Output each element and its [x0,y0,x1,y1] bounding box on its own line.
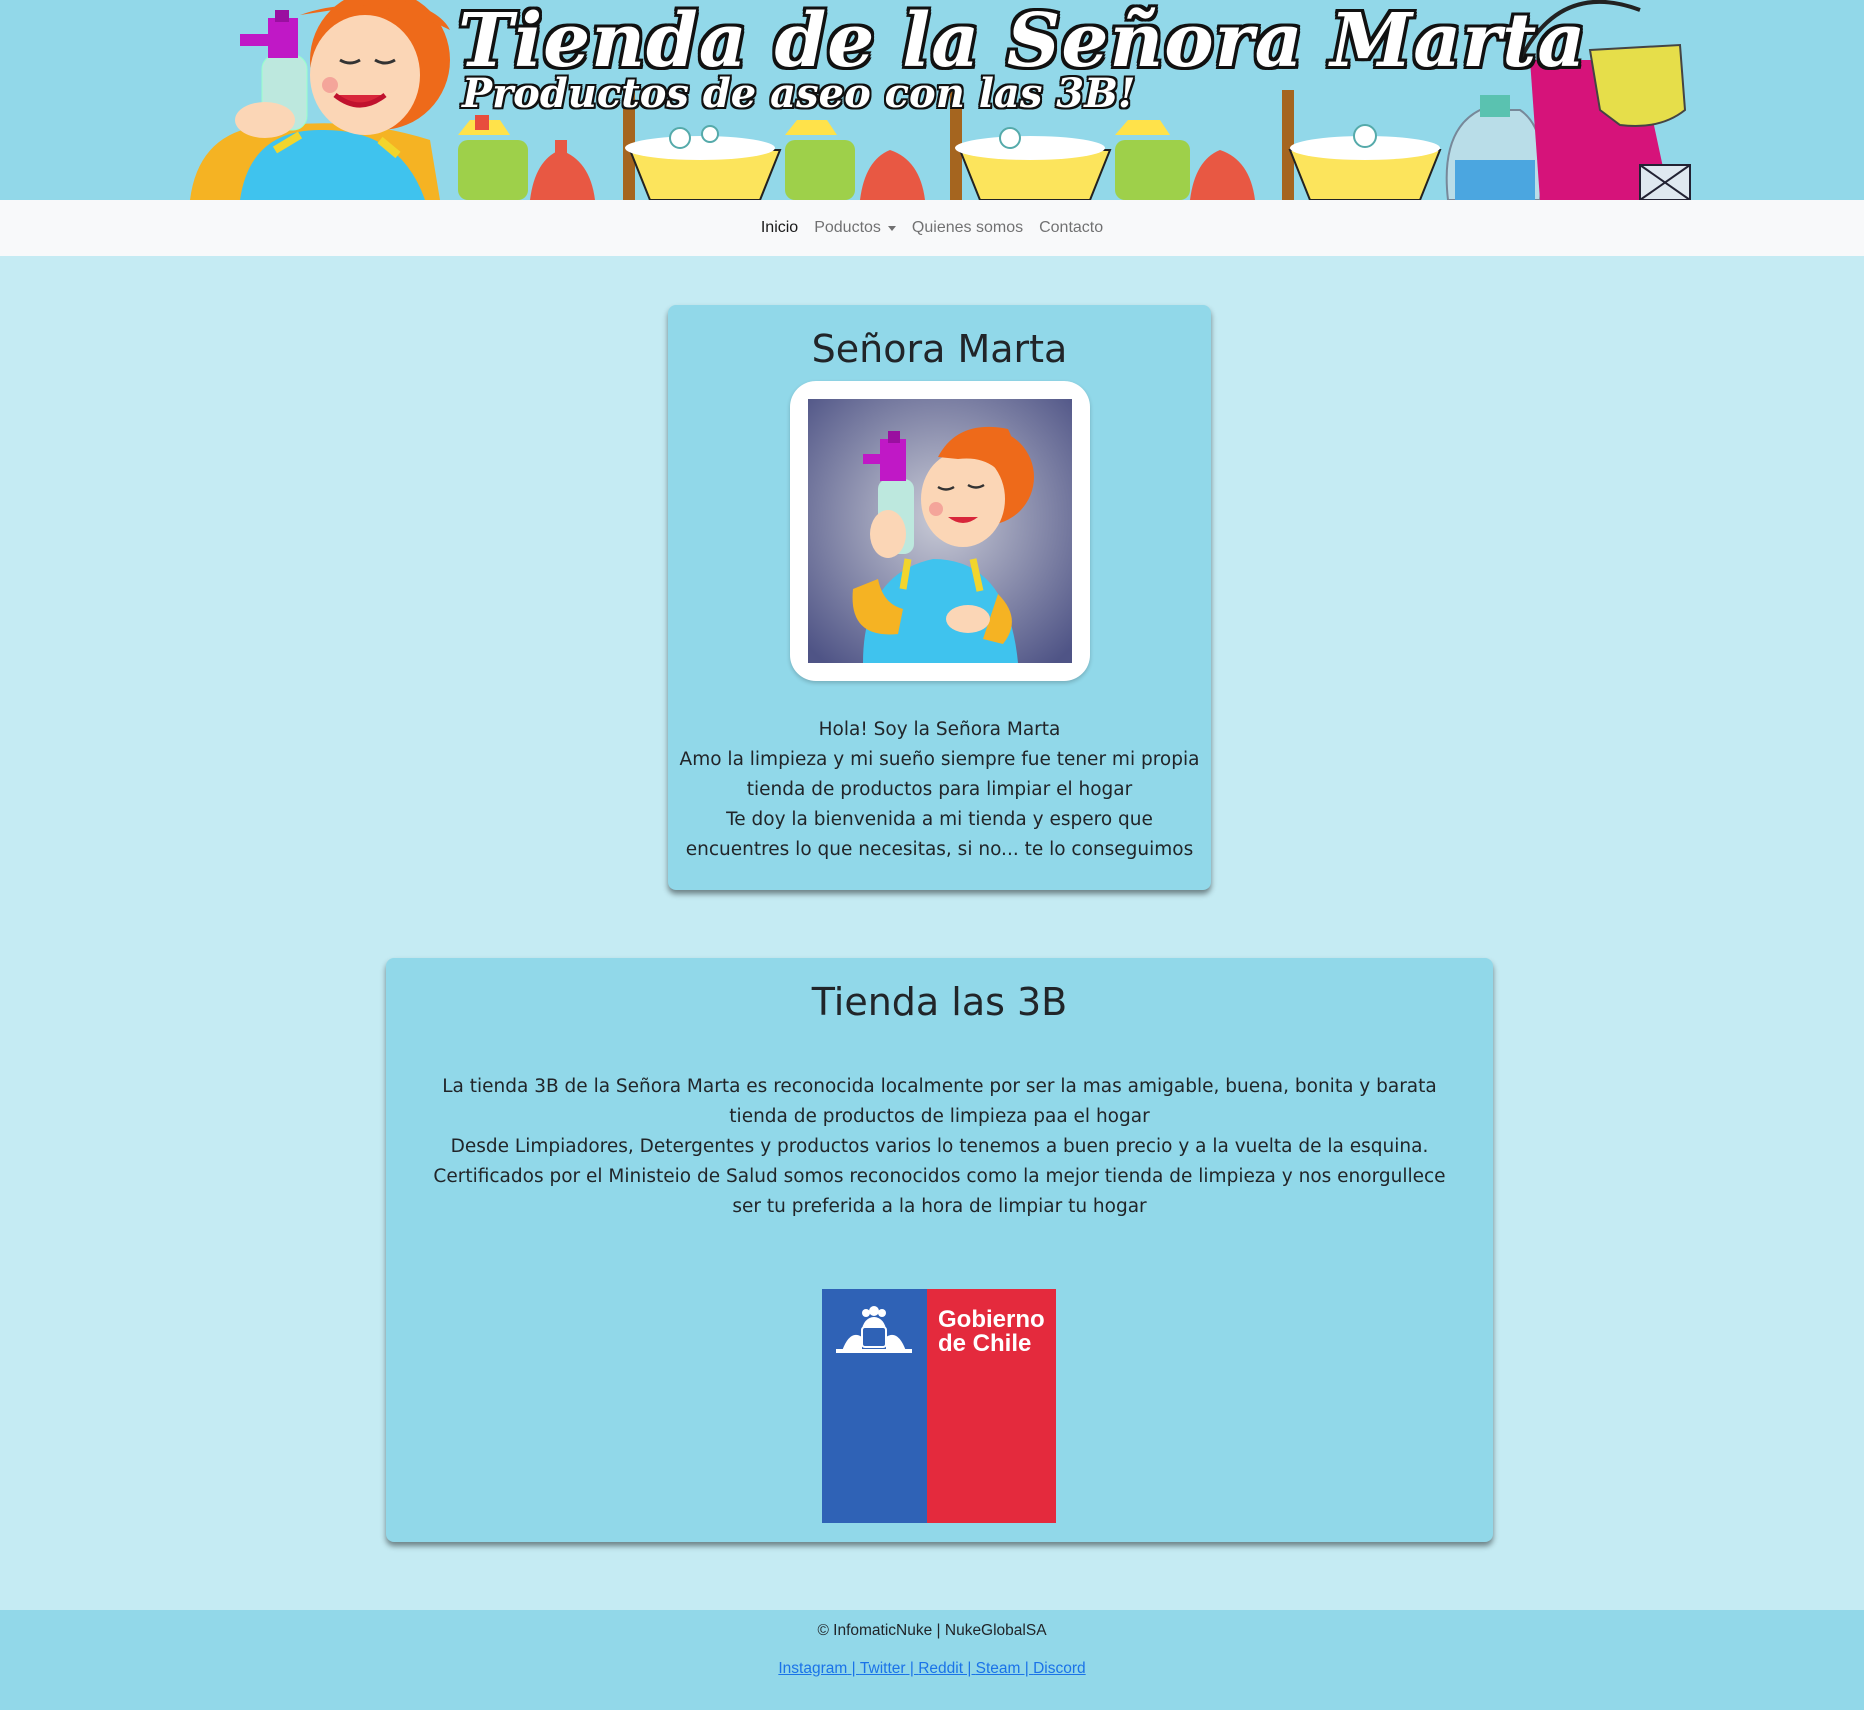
marta-portrait-image [808,399,1072,663]
caret-down-icon [887,225,896,231]
link-steam[interactable]: Steam [976,1660,1021,1678]
link-discord[interactable]: Discord [1033,1660,1086,1678]
footer: © InfomaticNuke | NukeGlobalSA Instagram… [0,1610,1864,1710]
link-separator[interactable]: | [906,1660,919,1678]
card-tienda-text: La tienda 3B de la Señora Marta es recon… [426,1072,1453,1222]
card-tienda-line-2: Desde Limpiadores, Detergentes y product… [450,1136,1429,1157]
card-tienda-line-1: La tienda 3B de la Señora Marta es recon… [442,1076,1437,1127]
card-tienda-title: Tienda las 3B [811,980,1068,1024]
social-links: Instagram | Twitter | Reddit | Steam | D… [0,1660,1864,1678]
gobierno-de-chile-logo: Gobierno de Chile [822,1289,1056,1523]
copyright-text: © InfomaticNuke | NukeGlobalSA [817,1622,1047,1639]
card-marta-line-1: Hola! Soy la Señora Marta [818,719,1061,740]
nav-inicio[interactable]: Inicio [753,219,806,237]
logo-text-line-1: Gobierno [938,1306,1045,1333]
nav-productos-dropdown[interactable]: Poductos [806,219,904,237]
link-separator[interactable]: | [847,1660,860,1678]
card-marta-line-3: Te doy la bienvenida a mi tienda y esper… [685,809,1194,860]
card-marta-text: Hola! Soy la Señora Marta Amo la limpiez… [678,715,1201,865]
link-twitter[interactable]: Twitter [860,1660,906,1678]
header-banner: Tienda de la Señora Marta Productos de a… [0,0,1864,200]
link-reddit[interactable]: Reddit [918,1660,963,1678]
card-marta-line-2: Amo la limpieza y mi sueño siempre fue t… [679,749,1200,800]
banner-subtitle: Productos de aseo con las 3B! [462,70,1136,117]
nav-contacto[interactable]: Contacto [1031,219,1111,237]
card-tienda-line-3: Certificados por el Ministeio de Salud s… [433,1166,1446,1217]
card-senora-marta: Señora Marta Hola! Soy la Señora Marta A… [668,305,1211,890]
link-separator[interactable]: | [1020,1660,1033,1678]
card-tienda-3b: Tienda las 3B La tienda 3B de la Señora … [386,958,1493,1542]
logo-text-line-2: de Chile [938,1330,1031,1357]
navbar: Inicio Poductos Quienes somos Contacto [0,200,1864,256]
nav-productos-label: Poductos [814,219,881,236]
link-separator[interactable]: | [963,1660,976,1678]
marta-portrait-frame [790,381,1090,681]
nav-quienes-somos[interactable]: Quienes somos [904,219,1031,237]
card-marta-title: Señora Marta [811,327,1068,371]
link-instagram[interactable]: Instagram [778,1660,847,1678]
